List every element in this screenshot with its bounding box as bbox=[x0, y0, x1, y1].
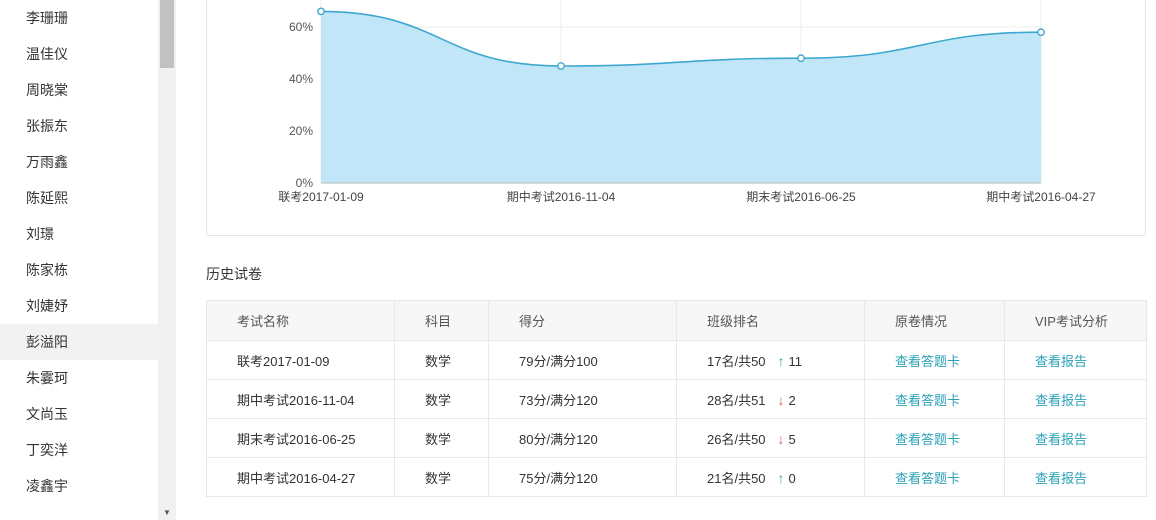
view-report-link[interactable]: 查看报告 bbox=[1035, 393, 1087, 408]
sidebar-item-student[interactable]: 温佳仪 bbox=[0, 36, 158, 72]
table-row: 期中考试2016-04-27 数学 75分/满分120 21名/共50 ↑ 0 查看答题卡 查… bbox=[206, 457, 1147, 497]
table-row: 期末考试2016-06-25 数学 80分/满分120 26名/共50 ↓ 5 查看答题卡 查… bbox=[206, 418, 1147, 458]
report-cell: 查看报告 bbox=[1004, 340, 1147, 380]
y-tick-label: 60% bbox=[289, 20, 313, 34]
rank-text: 28名/共51 bbox=[707, 392, 766, 408]
subject-cell: 数学 bbox=[394, 340, 489, 380]
col-score: 得分 bbox=[488, 300, 677, 341]
y-tick-label: 40% bbox=[289, 72, 313, 86]
table-row: 期中考试2016-11-04 数学 73分/满分120 28名/共51 ↓ 2 查看答题卡 查… bbox=[206, 379, 1147, 419]
report-cell: 查看报告 bbox=[1004, 457, 1147, 497]
score-trend-chart-card: 0% 20% 40% 60% 联考2017-01-09 期中考试2016-11-04 期末考… bbox=[206, 0, 1146, 236]
score-trend-chart: 0% 20% 40% 60% 联考2017-01-09 期中考试2016-11-04 期末考… bbox=[278, 0, 1096, 204]
sidebar-item-student[interactable]: 周晓棠 bbox=[0, 72, 158, 108]
student-sidebar: 李珊珊 温佳仪 周晓棠 张振东 万雨鑫 陈延熙 刘璟 陈家栋 刘婕妤 彭溢阳 朱霎珂 文尚玉 丁奕洋 凌鑫… bbox=[0, 0, 176, 520]
rank-cell: 26名/共50 ↓ 5 bbox=[676, 418, 865, 458]
history-section-title: 历史试卷 bbox=[206, 266, 262, 282]
rank-text: 17名/共50 bbox=[707, 353, 766, 369]
exam-name-cell: 联考2017-01-09 bbox=[206, 340, 395, 380]
view-answer-sheet-link[interactable]: 查看答题卡 bbox=[895, 393, 960, 408]
main-content: 0% 20% 40% 60% 联考2017-01-09 期中考试2016-11-04 期末考… bbox=[176, 0, 1156, 520]
view-answer-sheet-link[interactable]: 查看答题卡 bbox=[895, 471, 960, 486]
y-tick-label: 20% bbox=[289, 124, 313, 138]
report-cell: 查看报告 bbox=[1004, 418, 1147, 458]
col-vip-analysis: VIP考试分析 bbox=[1004, 300, 1147, 341]
sidebar-item-student[interactable]: 刘璟 bbox=[0, 216, 158, 252]
sidebar-item-student[interactable]: 陈延熙 bbox=[0, 180, 158, 216]
rank-change: 11 bbox=[788, 353, 803, 369]
scroll-down-arrow-icon[interactable]: ▼ bbox=[158, 506, 176, 520]
sidebar-item-student[interactable]: 彭溢阳 bbox=[0, 324, 158, 360]
trend-up-arrow-icon: ↑ bbox=[777, 352, 785, 369]
rank-text: 21名/共50 bbox=[707, 470, 766, 486]
rank-cell: 28名/共51 ↓ 2 bbox=[676, 379, 865, 419]
sidebar-item-student[interactable]: 张振东 bbox=[0, 108, 158, 144]
x-tick-label: 期中考试2016-04-27 bbox=[986, 189, 1096, 204]
exam-name-cell: 期末考试2016-06-25 bbox=[206, 418, 395, 458]
view-report-link[interactable]: 查看报告 bbox=[1035, 432, 1087, 447]
rank-change: 0 bbox=[788, 470, 796, 486]
sidebar-item-student[interactable]: 万雨鑫 bbox=[0, 144, 158, 180]
trend-down-arrow-icon: ↓ bbox=[777, 391, 785, 408]
rank-change: 5 bbox=[788, 431, 796, 447]
sidebar-item-student[interactable]: 李珊珊 bbox=[0, 0, 158, 36]
series-area bbox=[321, 11, 1041, 184]
data-point[interactable] bbox=[797, 54, 805, 63]
sidebar-scrollbar[interactable]: ▼ bbox=[158, 0, 176, 520]
view-answer-sheet-link[interactable]: 查看答题卡 bbox=[895, 354, 960, 369]
sidebar-item-student[interactable]: 文尚玉 bbox=[0, 396, 158, 432]
history-table: 考试名称 科目 得分 班级排名 原卷情况 VIP考试分析 联考2017-01-0… bbox=[206, 300, 1147, 497]
report-cell: 查看报告 bbox=[1004, 379, 1147, 419]
rank-cell: 17名/共50 ↑ 11 bbox=[676, 340, 865, 380]
subject-cell: 数学 bbox=[394, 418, 489, 458]
x-tick-label: 期中考试2016-11-04 bbox=[507, 189, 616, 204]
col-subject: 科目 bbox=[394, 300, 489, 341]
trend-up-arrow-icon: ↑ bbox=[777, 469, 785, 486]
col-original-paper: 原卷情况 bbox=[864, 300, 1005, 341]
data-point[interactable] bbox=[557, 62, 565, 70]
sidebar-item-student[interactable]: 陈家栋 bbox=[0, 252, 158, 288]
paper-cell: 查看答题卡 bbox=[864, 418, 1005, 458]
scrollbar-thumb[interactable] bbox=[160, 0, 174, 68]
sidebar-item-student[interactable]: 凌鑫宇 bbox=[0, 468, 158, 504]
paper-cell: 查看答题卡 bbox=[864, 379, 1005, 419]
x-tick-label: 期末考试2016-06-25 bbox=[746, 189, 856, 204]
score-cell: 79分/满分100 bbox=[488, 340, 677, 380]
subject-cell: 数学 bbox=[394, 379, 489, 419]
view-answer-sheet-link[interactable]: 查看答题卡 bbox=[895, 432, 960, 447]
score-cell: 73分/满分120 bbox=[488, 379, 677, 419]
rank-change: 2 bbox=[788, 392, 796, 408]
y-tick-label: 0% bbox=[296, 176, 314, 190]
exam-name-cell: 期中考试2016-11-04 bbox=[206, 379, 395, 419]
trend-down-arrow-icon: ↓ bbox=[777, 430, 785, 447]
rank-cell: 21名/共50 ↑ 0 bbox=[676, 457, 865, 497]
table-header-row: 考试名称 科目 得分 班级排名 原卷情况 VIP考试分析 bbox=[206, 300, 1147, 341]
paper-cell: 查看答题卡 bbox=[864, 340, 1005, 380]
paper-cell: 查看答题卡 bbox=[864, 457, 1005, 497]
history-table-wrap: 考试名称 科目 得分 班级排名 原卷情况 VIP考试分析 联考2017-01-0… bbox=[206, 300, 1147, 497]
col-class-rank: 班级排名 bbox=[676, 300, 865, 341]
rank-text: 26名/共50 bbox=[707, 431, 766, 447]
x-tick-label: 联考2017-01-09 bbox=[278, 190, 364, 204]
sidebar-item-student[interactable]: 朱霎珂 bbox=[0, 360, 158, 396]
col-exam-name: 考试名称 bbox=[206, 300, 395, 341]
view-report-link[interactable]: 查看报告 bbox=[1035, 354, 1087, 369]
exam-name-cell: 期中考试2016-04-27 bbox=[206, 457, 395, 497]
subject-cell: 数学 bbox=[394, 457, 489, 497]
data-point[interactable] bbox=[1037, 28, 1045, 37]
score-cell: 75分/满分120 bbox=[488, 457, 677, 497]
data-point[interactable] bbox=[317, 7, 325, 16]
table-row: 联考2017-01-09 数学 79分/满分100 17名/共50 ↑ 11 查看答题卡 查看… bbox=[206, 340, 1147, 380]
student-list: 李珊珊 温佳仪 周晓棠 张振东 万雨鑫 陈延熙 刘璟 陈家栋 刘婕妤 彭溢阳 朱霎珂 文尚玉 丁奕洋 凌鑫… bbox=[0, 0, 158, 504]
sidebar-item-student[interactable]: 刘婕妤 bbox=[0, 288, 158, 324]
sidebar-item-student[interactable]: 丁奕洋 bbox=[0, 432, 158, 468]
score-cell: 80分/满分120 bbox=[488, 418, 677, 458]
view-report-link[interactable]: 查看报告 bbox=[1035, 471, 1087, 486]
